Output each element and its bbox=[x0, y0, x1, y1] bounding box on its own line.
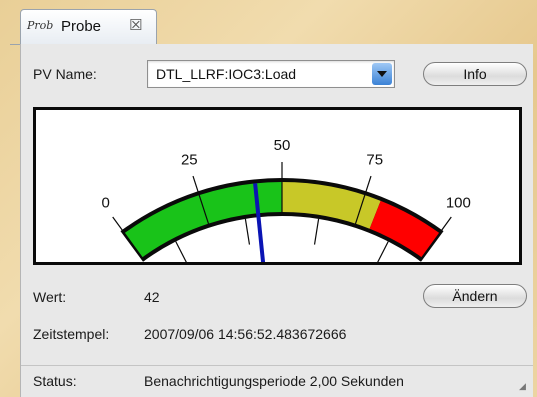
status-text: Benachrichtigungsperiode 2,00 Sekunden bbox=[144, 373, 404, 389]
meter-minor-tick bbox=[377, 241, 389, 262]
meter-tick-label: 75 bbox=[366, 152, 383, 169]
tab-bar: Prob Probe ☒ bbox=[10, 8, 532, 45]
status-label: Status: bbox=[33, 373, 77, 389]
tab-probe[interactable]: Prob Probe ☒ bbox=[20, 9, 157, 44]
divider bbox=[21, 365, 533, 366]
value-text: 42 bbox=[144, 289, 160, 305]
close-icon[interactable]: ☒ bbox=[129, 16, 142, 34]
pv-name-label: PV Name: bbox=[33, 66, 97, 82]
chevron-down-icon bbox=[377, 71, 387, 77]
meter-minor-tick bbox=[175, 241, 187, 262]
meter-tick-label: 50 bbox=[274, 137, 291, 154]
probe-panel: PV Name: DTL_LLRF:IOC3:Load Info 0 25 50 75… bbox=[20, 44, 533, 397]
info-button[interactable]: Info bbox=[423, 62, 527, 86]
meter-widget: 0 25 50 75 100 bbox=[33, 107, 522, 265]
meter-minor-tick bbox=[313, 218, 320, 245]
meter-minor-tick bbox=[244, 218, 251, 245]
tab-title: Probe bbox=[61, 18, 102, 35]
meter-tick-label: 100 bbox=[446, 194, 471, 211]
change-button[interactable]: Ändern bbox=[423, 284, 527, 308]
timestamp-text: 2007/09/06 14:56:52.483672666 bbox=[144, 326, 347, 342]
value-label: Wert: bbox=[33, 289, 67, 305]
dropdown-button[interactable] bbox=[372, 63, 392, 85]
pv-name-value: DTL_LLRF:IOC3:Load bbox=[156, 66, 297, 82]
meter-zone-1 bbox=[282, 182, 381, 229]
meter-tick-label: 0 bbox=[101, 194, 109, 211]
meter-tick-label: 25 bbox=[181, 152, 198, 169]
probe-app-icon: Prob bbox=[27, 19, 54, 32]
timestamp-label: Zeitstempel: bbox=[33, 326, 110, 342]
pv-name-combobox[interactable]: DTL_LLRF:IOC3:Load bbox=[147, 60, 395, 88]
resize-grip[interactable]: ◢ bbox=[519, 381, 526, 392]
meter-gauge: 0 25 50 75 100 bbox=[101, 137, 471, 262]
